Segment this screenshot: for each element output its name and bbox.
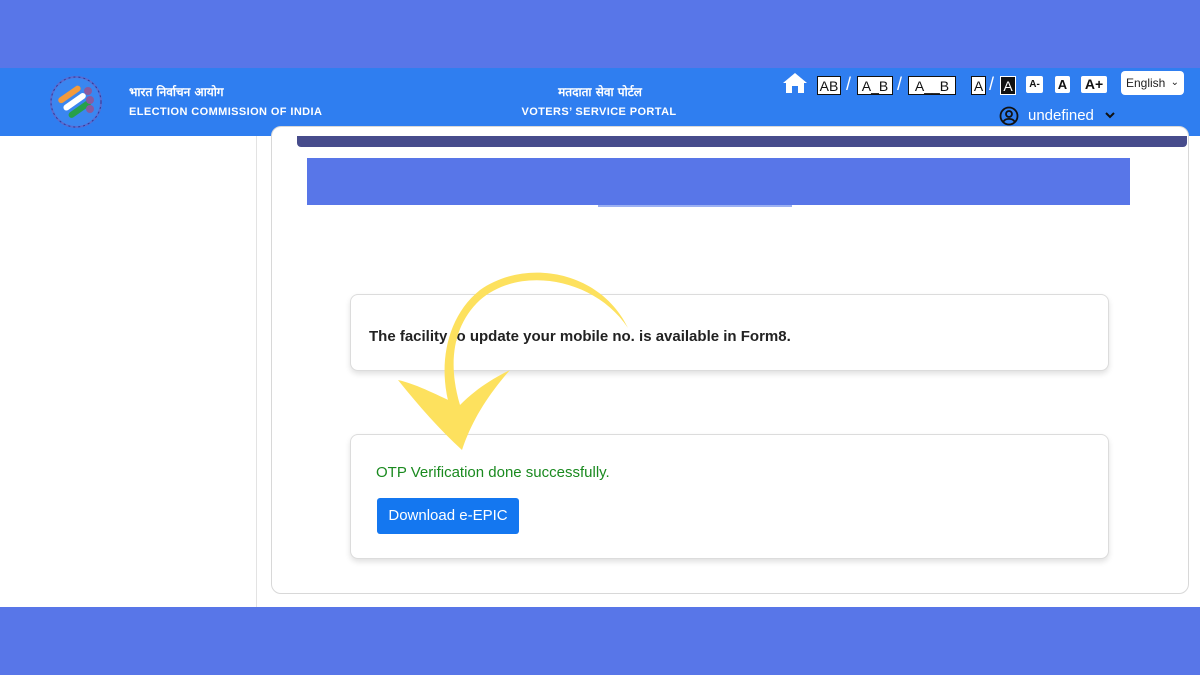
info-card: The facility to update your mobile no. i… [350,294,1109,371]
contrast-dark-button[interactable]: A [1000,76,1016,95]
letter-spacing-medium-button[interactable]: A_B [857,76,893,95]
section-banner [307,158,1130,205]
portal-name-hindi: मतदाता सेवा पोर्टल [558,85,642,99]
chevron-down-icon[interactable] [1104,109,1116,121]
letter-spacing-normal-button[interactable]: AB [817,76,841,95]
download-epic-button[interactable]: Download e-EPIC [377,498,519,534]
letter-spacing-wide-button[interactable]: A__B [908,76,956,95]
org-name-hindi: भारत निर्वाचन आयोग [129,85,224,99]
font-decrease-button[interactable]: A- [1026,76,1043,93]
font-normal-button[interactable]: A [1055,76,1070,93]
user-circle-icon[interactable] [999,106,1019,126]
content-area: The facility to update your mobile no. i… [0,126,1200,607]
otp-success-message: OTP Verification done successfully. [376,464,610,481]
toolbar-separator: / [846,74,852,94]
banner-underline [598,205,792,207]
language-select[interactable]: English ⌄ [1121,71,1184,95]
org-name-english: ELECTION COMMISSION OF INDIA [129,106,323,118]
language-label: English [1126,76,1166,90]
chevron-down-icon: ⌄ [1170,77,1179,88]
portal-name-english: VOTERS’ SERVICE PORTAL [521,106,677,118]
font-increase-button[interactable]: A+ [1081,76,1107,93]
home-icon[interactable] [782,71,808,95]
info-message: The facility to update your mobile no. i… [369,328,791,345]
otp-card: OTP Verification done successfully. Down… [350,434,1109,559]
toolbar-separator: / [897,74,903,94]
toolbar-separator: / [989,74,995,94]
user-name[interactable]: undefined [1028,107,1094,124]
eci-logo[interactable] [48,74,104,130]
contrast-light-button[interactable]: A [971,76,986,95]
form-header-strip [297,136,1187,147]
sidebar-divider [256,136,257,607]
